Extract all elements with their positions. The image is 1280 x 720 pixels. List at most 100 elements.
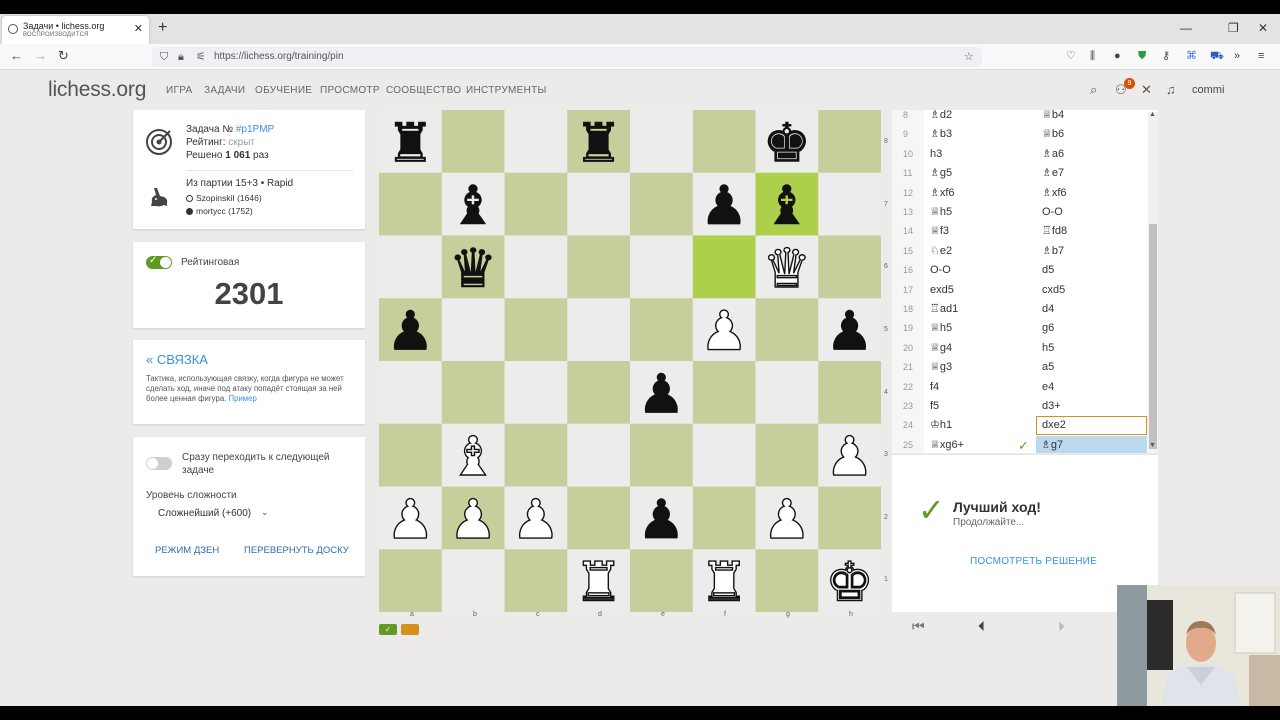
square-b4[interactable] [441,361,505,425]
white-move[interactable]: ♗g5 [930,164,952,183]
black-bishop-icon[interactable]: ♝ [762,174,811,238]
square-d5[interactable] [567,298,631,362]
white-move[interactable]: h3 [930,145,942,164]
black-bishop-icon[interactable]: ♝ [449,174,498,238]
bookmark-star-icon[interactable]: ☆ [964,49,974,65]
player-black[interactable]: mortycc (1752) [186,206,253,216]
square-c4[interactable] [504,361,568,425]
square-c3[interactable] [504,423,568,487]
difficulty-select[interactable]: Сложнейший (+600) ⌄ [146,505,274,523]
square-d6[interactable] [567,235,631,299]
flip-board-button[interactable]: ПЕРЕВЕРНУТЬ ДОСКУ [244,545,349,556]
white-move[interactable]: f5 [930,397,939,416]
close-window-icon[interactable]: ✕ [1258,21,1268,35]
square-g5[interactable] [755,298,819,362]
square-a3[interactable] [379,423,443,487]
puzzle-id-link[interactable]: #p1PMP [236,124,274,135]
white-move[interactable]: ♖ad1 [930,300,958,319]
lock-icon[interactable]: 🔒︎ [178,49,184,65]
more-tools-icon[interactable]: » [1234,49,1240,63]
black-pawn-icon[interactable]: ♟ [637,488,686,552]
black-pawn-icon[interactable]: ♟ [386,299,435,363]
square-a7[interactable] [379,172,443,236]
black-rook-icon[interactable]: ♜ [386,111,435,175]
board-svg[interactable]: ♜ ♜ ♚♝ ♟ ♝♛ ♛♟ ♟ ♟♟♝ ♟♟ ♟ ♟ ♟ ♟♜ ♜ ♚ [379,110,881,612]
square-h6[interactable] [818,235,881,299]
black-pawn-icon[interactable]: ♟ [637,362,686,426]
white-bishop-icon[interactable]: ♝ [448,424,498,488]
square-e5[interactable] [630,298,694,362]
square-b8[interactable] [441,110,505,174]
square-a4[interactable] [379,361,443,425]
white-pawn-icon[interactable]: ♟ [762,487,812,551]
black-move[interactable]: ♖fd8 [1042,222,1067,241]
correct-move-badge[interactable]: ✓ [379,624,397,635]
white-move[interactable]: ♗d2 [930,110,952,125]
square-b1[interactable] [441,549,505,612]
square-d2[interactable] [567,486,631,550]
view-solution-button[interactable]: ПОСМОТРЕТЬ РЕШЕНИЕ [970,556,1097,567]
black-move[interactable]: ♗xf6 [1042,184,1067,203]
square-d3[interactable] [567,423,631,487]
zen-mode-button[interactable]: РЕЖИМ ДЗЕН [155,545,219,556]
white-move[interactable]: ♕xg6+ [930,436,964,453]
permissions-icon[interactable]: ⚟ [196,49,206,65]
black-move[interactable]: ♗a6 [1042,145,1064,164]
scrollbar-thumb[interactable] [1149,224,1157,449]
white-move[interactable]: ♕h5 [930,203,952,222]
nav-play[interactable]: ИГРА [166,85,192,96]
square-c5[interactable] [504,298,568,362]
scroll-up-icon[interactable]: ▲ [1149,111,1156,118]
nav-puzzles[interactable]: ЗАДАЧИ [204,85,245,96]
address-bar[interactable]: ⛉ 🔒︎ ⚟ https://lichess.org/training/pin … [152,47,982,67]
white-move[interactable]: ♕f3 [930,222,949,241]
pocket-icon[interactable]: ♡ [1066,49,1076,63]
hint-move-badge[interactable] [401,624,419,635]
square-f2[interactable] [692,486,756,550]
example-link[interactable]: Пример [229,394,257,403]
black-move[interactable]: g6 [1042,319,1054,338]
white-pawn-icon[interactable]: ♟ [448,487,498,551]
square-a1[interactable] [379,549,443,612]
extension-c-icon[interactable]: ● [1114,49,1121,63]
black-move[interactable]: ♗b7 [1042,242,1064,261]
square-d4[interactable] [567,361,631,425]
shield-icon[interactable]: ⛉ [160,49,168,65]
reload-icon[interactable]: ↻ [58,48,69,64]
nav-watch[interactable]: ПРОСМОТР [320,85,380,96]
black-move[interactable]: ♕b4 [1042,110,1064,125]
square-b5[interactable] [441,298,505,362]
black-rook-icon[interactable]: ♜ [574,111,623,175]
square-h8[interactable] [818,110,881,174]
square-e1[interactable] [630,549,694,612]
square-a6[interactable] [379,235,443,299]
browser-tab[interactable]: Задачи • lichess.org ВОСПРОИЗВОДИТСЯ ✕ [2,16,149,44]
white-rook-icon[interactable]: ♜ [574,550,624,612]
autonext-toggle[interactable] [146,457,172,470]
square-g1[interactable] [755,549,819,612]
square-c1[interactable] [504,549,568,612]
black-move[interactable]: h5 [1042,339,1054,358]
square-f4[interactable] [692,361,756,425]
url-text[interactable]: https://lichess.org/training/pin [214,51,344,62]
white-move[interactable]: ♕g4 [930,339,952,358]
black-move[interactable]: ♕b6 [1042,125,1064,144]
challenge-icon[interactable]: ✕ [1141,82,1152,98]
move-list[interactable]: 8 ♗d2 ♕b4 9 ♗b3 ♕b6 10 h3 ♗a6 11 ♗g5 ♗e7 12 ♗xf6 ♗xf6 1… [892,110,1158,453]
white-move[interactable]: ♔h1 [930,416,952,435]
black-move[interactable]: ♗g7 [1036,435,1147,453]
translate-icon[interactable]: ⌘ [1186,49,1197,63]
minimize-icon[interactable]: — [1180,21,1192,35]
square-h2[interactable] [818,486,881,550]
square-e3[interactable] [630,423,694,487]
square-f8[interactable] [692,110,756,174]
menu-icon[interactable]: ≡ [1258,49,1264,63]
white-move[interactable]: ♕h5 [930,319,952,338]
white-rook-icon[interactable]: ♜ [699,550,749,612]
shield-extension-icon[interactable]: ⛊ [1138,49,1146,63]
nav-community[interactable]: СООБЩЕСТВО [386,85,461,96]
white-move[interactable]: O-O [930,261,951,280]
white-move[interactable]: exd5 [930,281,954,300]
black-move[interactable]: e4 [1042,378,1054,397]
white-pawn-icon[interactable]: ♟ [825,424,875,488]
